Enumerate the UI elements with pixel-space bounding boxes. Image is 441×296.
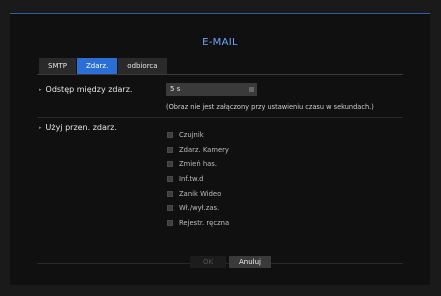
cancel-button[interactable]: Anuluj [229,256,271,268]
interval-select[interactable]: 5 s ▾ [166,83,257,96]
checkbox[interactable] [167,205,173,212]
bullet-icon: ▸ [39,124,42,131]
tab-smtp[interactable]: SMTP [39,58,76,74]
event-label: Wł./wył.zas. [179,204,220,213]
events-label: Użyj przen. zdarz. [45,123,117,132]
checkbox[interactable] [167,146,173,153]
interval-hint: (Obraz nie jest załączony przy ustawieni… [166,103,374,111]
chevron-down-icon: ▾ [249,87,254,92]
events-label-row: ▸ Użyj przen. zdarz. [39,123,117,132]
event-item-hdd-info[interactable]: Inf.tw.d [167,172,229,187]
tab-recipient[interactable]: odbiorca [118,58,167,74]
tab-bar: SMTP Zdarz. odbiorca [39,58,168,74]
checkbox[interactable] [167,132,173,139]
event-item-manual-record[interactable]: Rejestr. ręczna [167,216,229,231]
event-item-camera-event[interactable]: Zdarz. Kamery [167,143,229,158]
event-label: Inf.tw.d [179,175,204,184]
tab-divider [37,74,403,75]
tab-events[interactable]: Zdarz. [76,58,118,74]
event-label: Czujnik [179,131,204,140]
event-item-password-change[interactable]: Zmień has. [167,157,229,172]
event-list: Czujnik Zdarz. Kamery Zmień has. Inf.tw.… [167,128,229,230]
email-dialog: E-MAIL SMTP Zdarz. odbiorca ▸ Odstęp międ… [10,13,430,285]
event-label: Zdarz. Kamery [179,145,229,154]
interval-value: 5 s [170,85,181,93]
checkbox[interactable] [167,219,173,226]
interval-label-row: ▸ Odstęp między zdarz. [39,85,132,94]
section-divider [37,117,403,118]
dialog-title: E-MAIL [202,37,238,48]
ok-button[interactable]: OK [190,256,226,268]
event-label: Zanik Wideo [179,189,222,198]
bullet-icon: ▸ [39,86,42,93]
checkbox[interactable] [167,176,173,183]
event-label: Rejestr. ręczna [179,218,230,227]
event-item-sensor[interactable]: Czujnik [167,128,229,143]
checkbox[interactable] [167,161,173,168]
event-item-power-on-off[interactable]: Wł./wył.zas. [167,201,229,216]
event-item-video-loss[interactable]: Zanik Wideo [167,186,229,201]
interval-label: Odstęp między zdarz. [45,85,133,94]
checkbox[interactable] [167,190,173,197]
event-label: Zmień has. [179,160,217,169]
dialog-top-border [10,13,430,14]
